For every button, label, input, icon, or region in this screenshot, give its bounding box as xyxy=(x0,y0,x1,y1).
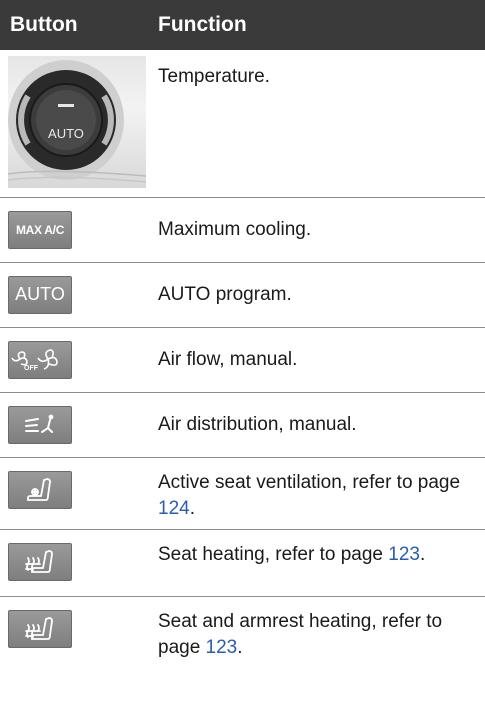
icon-cell: MAX A/C xyxy=(0,197,148,263)
page-link[interactable]: 124 xyxy=(158,498,190,519)
table-row: Seat heating, refer to page 123. xyxy=(0,529,485,597)
table-row: Air distribution, manual. xyxy=(0,392,485,458)
icon-cell: OFF xyxy=(0,327,148,393)
table-row: Seat and armrest heating, refer to page … xyxy=(0,596,485,674)
air-distribution-icon xyxy=(8,405,72,444)
function-text: Air flow, manual. xyxy=(148,327,485,393)
table-row: MAX A/C Maximum cooling. xyxy=(0,197,485,263)
seat-ventilation-icon xyxy=(8,470,72,509)
page-link[interactable]: 123 xyxy=(388,544,420,565)
icon-cell xyxy=(0,457,148,530)
svg-text:OFF: OFF xyxy=(24,365,39,372)
table-row: Active seat ventilation, refer to page 1… xyxy=(0,457,485,530)
function-text: Seat and armrest heating, refer to page … xyxy=(158,610,443,658)
seat-heating-icon xyxy=(8,542,72,581)
svg-text:AUTO: AUTO xyxy=(48,126,84,141)
function-text: AUTO program. xyxy=(148,262,485,328)
table-header-row: Button Function xyxy=(0,0,485,50)
icon-cell xyxy=(0,596,148,674)
icon-cell: AUTO xyxy=(0,50,148,198)
page-link[interactable]: 123 xyxy=(206,637,238,658)
function-text: Seat heating, refer to page 123. xyxy=(148,529,485,597)
table-row: OFF Air flow, manual. xyxy=(0,327,485,393)
header-function: Function xyxy=(148,0,485,50)
fan-off-fan-icon: OFF xyxy=(8,340,72,379)
table-row: AUTO Temperature. xyxy=(0,50,485,198)
icon-cell xyxy=(0,529,148,597)
function-text: Active seat ventilation, refer to page 1… xyxy=(148,457,485,530)
button-function-table: Button Function AUTO Temperature. MAX A/… xyxy=(0,0,485,674)
function-text: Maximum cooling. xyxy=(148,197,485,263)
auto-button-icon: AUTO xyxy=(8,275,72,314)
header-button: Button xyxy=(0,0,148,50)
icon-cell: AUTO xyxy=(0,262,148,328)
icon-cell xyxy=(0,392,148,458)
max-ac-button-icon: MAX A/C xyxy=(8,210,72,249)
function-text: Air distribution, manual. xyxy=(148,392,485,458)
function-text: Temperature. xyxy=(148,50,485,198)
table-row: AUTO AUTO program. xyxy=(0,262,485,328)
seat-armrest-heating-icon xyxy=(8,609,72,648)
temperature-knob-icon: AUTO xyxy=(7,56,147,188)
